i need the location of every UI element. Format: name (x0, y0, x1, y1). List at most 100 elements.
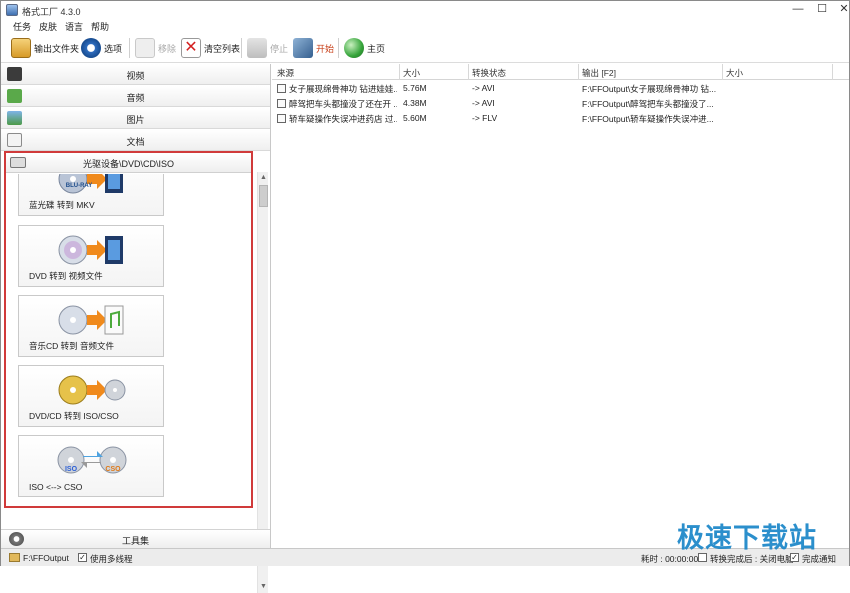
bluray-to-mkv-button[interactable]: BLU-RAY 蓝光碟 转到 MKV (18, 174, 164, 216)
category-document-label: 文档 (126, 137, 145, 147)
minimize-button[interactable]: — (785, 2, 811, 17)
task-source: 醉驾把车头都撞没了还在开 ... (289, 99, 397, 109)
app-window: 格式工厂 4.3.0 — ☐ ✕ 任务 皮肤 语言 帮助 输出文件夹 选项 移除… (0, 0, 850, 593)
bluray-badge: BLU-RAY (66, 183, 92, 189)
task-status: -> FLV (472, 113, 498, 123)
toolbar: 输出文件夹 选项 移除 ✕ 清空列表 停止 开始 主页 (1, 33, 849, 63)
multithread-checkbox[interactable]: ✓ (78, 553, 87, 562)
scroll-thumb[interactable] (259, 185, 268, 207)
remove-button[interactable]: 移除 (135, 36, 176, 60)
col-output[interactable]: 输出 [F2] (582, 67, 616, 79)
stop-icon (247, 38, 267, 58)
multithread-label: 使用多线程 (90, 554, 133, 564)
task-output: F:\FFOutput\轿车疑操作失误冲进... (582, 114, 714, 124)
dvd-tool-list: BLU-RAY 蓝光碟 转到 MKV DVD 转到 视频文件 音乐CD 转到 音… (6, 174, 251, 506)
dvd-to-video-button[interactable]: DVD 转到 视频文件 (18, 225, 164, 287)
task-status: -> AVI (472, 83, 495, 93)
menu-bar: 任务 皮肤 语言 帮助 (1, 19, 849, 33)
options-label: 选项 (104, 43, 123, 54)
site-watermark: 极速下载站 (677, 523, 817, 554)
toolset-label: 工具集 (121, 536, 149, 546)
audio-cd-to-audio-label: 音乐CD 转到 音频文件 (29, 341, 115, 351)
task-source: 女子展现绵骨神功 钻进娃娃... (289, 84, 397, 94)
toolset-section[interactable]: 工具集 (1, 529, 270, 548)
folder-icon (11, 38, 31, 58)
category-image[interactable]: 图片 (1, 108, 270, 129)
menu-help[interactable]: 帮助 (91, 20, 109, 33)
column-divider[interactable] (578, 64, 579, 80)
iso-cso-button[interactable]: ISO CSO ISO <--> CSO (18, 435, 164, 497)
iso-cso-badges: ISO CSO (65, 466, 121, 473)
col-source[interactable]: 来源 (277, 67, 294, 79)
bluray-badge-text: BLU-RAY (66, 183, 92, 189)
category-video-label: 视频 (126, 71, 145, 81)
task-size: 5.60M (403, 113, 427, 123)
dvd-section-title: 光驱设备\DVD\CD\ISO (82, 159, 174, 169)
stop-label: 停止 (270, 43, 289, 54)
start-label: 开始 (316, 43, 335, 54)
iso-badge-text: ISO (65, 466, 78, 473)
task-list: 来源 大小 转换状态 输出 [F2] 大小 女子展现绵骨神功 钻进娃娃... 5… (272, 64, 849, 548)
iso-cso-label: ISO <--> CSO (29, 482, 83, 492)
category-image-label: 图片 (126, 115, 145, 125)
close-button[interactable]: ✕ (831, 2, 850, 17)
remove-icon (135, 38, 155, 58)
file-icon (277, 114, 286, 123)
category-audio-label: 音频 (126, 93, 145, 103)
output-folder-button[interactable]: 输出文件夹 (11, 36, 79, 60)
audio-cd-to-audio-button[interactable]: 音乐CD 转到 音频文件 (18, 295, 164, 357)
task-row[interactable]: 轿车疑操作失误冲进药店 过... 5.60M -> FLV F:\FFOutpu… (272, 111, 849, 126)
column-divider[interactable] (832, 64, 833, 80)
menu-task[interactable]: 任务 (13, 20, 31, 33)
toolbar-separator (338, 38, 339, 58)
bluray-to-mkv-label: 蓝光碟 转到 MKV (29, 200, 95, 210)
menu-skin[interactable]: 皮肤 (39, 20, 57, 33)
task-size: 5.76M (403, 83, 427, 93)
dvd-to-video-label: DVD 转到 视频文件 (29, 271, 103, 281)
home-label: 主页 (367, 43, 386, 54)
clear-list-icon: ✕ (181, 38, 201, 58)
output-folder-label: 输出文件夹 (34, 43, 80, 54)
col-status[interactable]: 转换状态 (472, 67, 506, 79)
category-document[interactable]: 文档 (1, 130, 270, 151)
scroll-down-icon[interactable]: ▼ (258, 581, 269, 593)
task-row[interactable]: 女子展现绵骨神功 钻进娃娃... 5.76M -> AVI F:\FFOutpu… (272, 81, 849, 96)
category-video[interactable]: 视频 (1, 64, 270, 85)
output-path[interactable]: F:\FFOutput (23, 553, 69, 563)
dvd-to-iso-button[interactable]: DVD/CD 转到 ISO/CSO (18, 365, 164, 427)
options-icon (81, 38, 101, 58)
file-icon (277, 99, 286, 108)
column-divider[interactable] (722, 64, 723, 80)
column-divider[interactable] (399, 64, 400, 80)
category-audio[interactable]: 音频 (1, 86, 270, 107)
scroll-up-icon[interactable]: ▲ (258, 172, 269, 184)
task-source: 轿车疑操作失误冲进药店 过... (289, 114, 397, 124)
folder-icon (9, 553, 20, 562)
start-button[interactable]: 开始 (293, 36, 334, 60)
task-list-header: 来源 大小 转换状态 输出 [F2] 大小 (272, 64, 849, 80)
window-title: 格式工厂 4.3.0 (22, 7, 81, 17)
clear-list-label: 清空列表 (204, 43, 241, 54)
clear-list-button[interactable]: ✕ 清空列表 (181, 36, 240, 60)
category-panel: 视频 音频 图片 文档 光驱设备\DVD\CD\ISO BLU-RAY 蓝光碟 … (1, 64, 271, 593)
remove-label: 移除 (158, 43, 177, 54)
dvd-to-iso-label: DVD/CD 转到 ISO/CSO (29, 411, 119, 421)
cso-badge-text: CSO (105, 466, 121, 473)
options-button[interactable]: 选项 (81, 36, 122, 60)
task-output: F:\FFOutput\女子展现绵骨神功 钻... (582, 84, 717, 94)
stop-button[interactable]: 停止 (247, 36, 288, 60)
home-button[interactable]: 主页 (344, 36, 385, 60)
task-status: -> AVI (472, 98, 495, 108)
start-icon (293, 38, 313, 58)
toolbar-separator (129, 38, 130, 58)
file-icon (277, 84, 286, 93)
task-row[interactable]: 醉驾把车头都撞没了还在开 ... 4.38M -> AVI F:\FFOutpu… (272, 96, 849, 111)
column-divider[interactable] (468, 64, 469, 80)
title-bar: 格式工厂 4.3.0 — ☐ ✕ (1, 1, 849, 19)
dvd-section-header[interactable]: 光驱设备\DVD\CD\ISO (6, 153, 251, 173)
col-output-size[interactable]: 大小 (726, 67, 743, 79)
audio-cd-to-audio-icon (58, 305, 124, 335)
col-size[interactable]: 大小 (403, 67, 420, 79)
menu-language[interactable]: 语言 (65, 20, 83, 33)
app-icon (6, 4, 18, 16)
